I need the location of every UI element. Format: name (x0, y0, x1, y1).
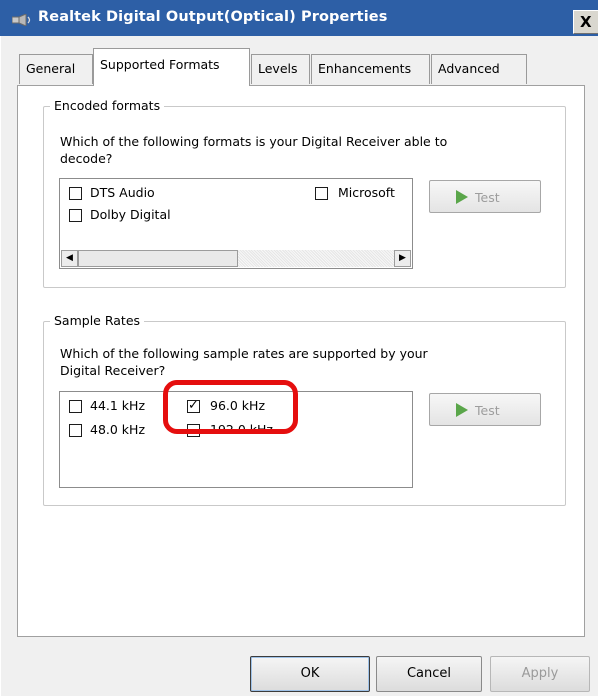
microsoft-checkbox[interactable] (315, 187, 328, 200)
apply-button[interactable]: Apply (490, 656, 590, 692)
sample-rates-title: Sample Rates (50, 313, 145, 328)
sample-rate-44-1-checkbox[interactable] (69, 400, 82, 413)
encoded-formats-title: Encoded formats (50, 98, 165, 113)
ok-label: OK (300, 666, 320, 681)
cancel-label: Cancel (406, 666, 452, 681)
sample-rates-description-2: Digital Receiver? (60, 363, 166, 378)
sample-rate-48-0-checkbox[interactable] (69, 424, 82, 437)
speaker-icon (12, 14, 31, 26)
tab-label: Levels (258, 61, 298, 76)
red-highlight-annotation (163, 380, 298, 434)
tab-supported-formats[interactable]: Supported Formats (93, 48, 250, 86)
encoded-formats-list[interactable]: DTS Audio Dolby Digital Microsoft ◀ ▶ (59, 178, 413, 269)
tab-label: Advanced (438, 61, 500, 76)
play-icon (456, 403, 468, 417)
dolby-digital-label: Dolby Digital (90, 207, 171, 222)
tab-panel-supported-formats: Encoded formats Which of the following f… (17, 85, 585, 637)
apply-label: Apply (521, 666, 559, 681)
horizontal-scrollbar[interactable]: ◀ ▶ (61, 250, 411, 267)
dolby-digital-checkbox[interactable] (69, 209, 82, 222)
sample-rate-44-1-label: 44.1 kHz (90, 398, 146, 413)
tab-label: Supported Formats (100, 57, 220, 72)
scrollbar-thumb[interactable] (78, 250, 238, 267)
tab-levels[interactable]: Levels (251, 54, 310, 84)
sample-rates-test-button[interactable]: Test (429, 393, 541, 426)
encoded-formats-description: Which of the following formats is your D… (60, 134, 448, 149)
cancel-button[interactable]: Cancel (376, 656, 482, 692)
title-bar: Realtek Digital Output(Optical) Properti… (0, 0, 598, 36)
test-label: Test (475, 403, 500, 418)
tab-enhancements[interactable]: Enhancements (311, 54, 430, 84)
encoded-formats-test-button[interactable]: Test (429, 180, 541, 213)
tab-advanced[interactable]: Advanced (431, 54, 527, 84)
scroll-right-icon[interactable]: ▶ (394, 250, 411, 267)
play-icon (456, 190, 468, 204)
tab-general[interactable]: General (19, 54, 93, 84)
ok-button[interactable]: OK (250, 656, 370, 692)
scroll-left-icon[interactable]: ◀ (61, 250, 78, 267)
tab-label: Enhancements (318, 61, 412, 76)
sample-rate-48-0-label: 48.0 kHz (90, 422, 146, 437)
window-title: Realtek Digital Output(Optical) Properti… (38, 9, 388, 25)
dts-audio-label: DTS Audio (90, 185, 155, 200)
dts-audio-checkbox[interactable] (69, 187, 82, 200)
close-icon: X (580, 13, 592, 31)
tab-label: General (26, 61, 76, 76)
sample-rates-description: Which of the following sample rates are … (60, 346, 428, 361)
test-label: Test (475, 190, 500, 205)
close-button[interactable]: X (573, 10, 598, 34)
encoded-formats-description-2: decode? (60, 151, 113, 166)
microsoft-label: Microsoft (338, 185, 395, 200)
